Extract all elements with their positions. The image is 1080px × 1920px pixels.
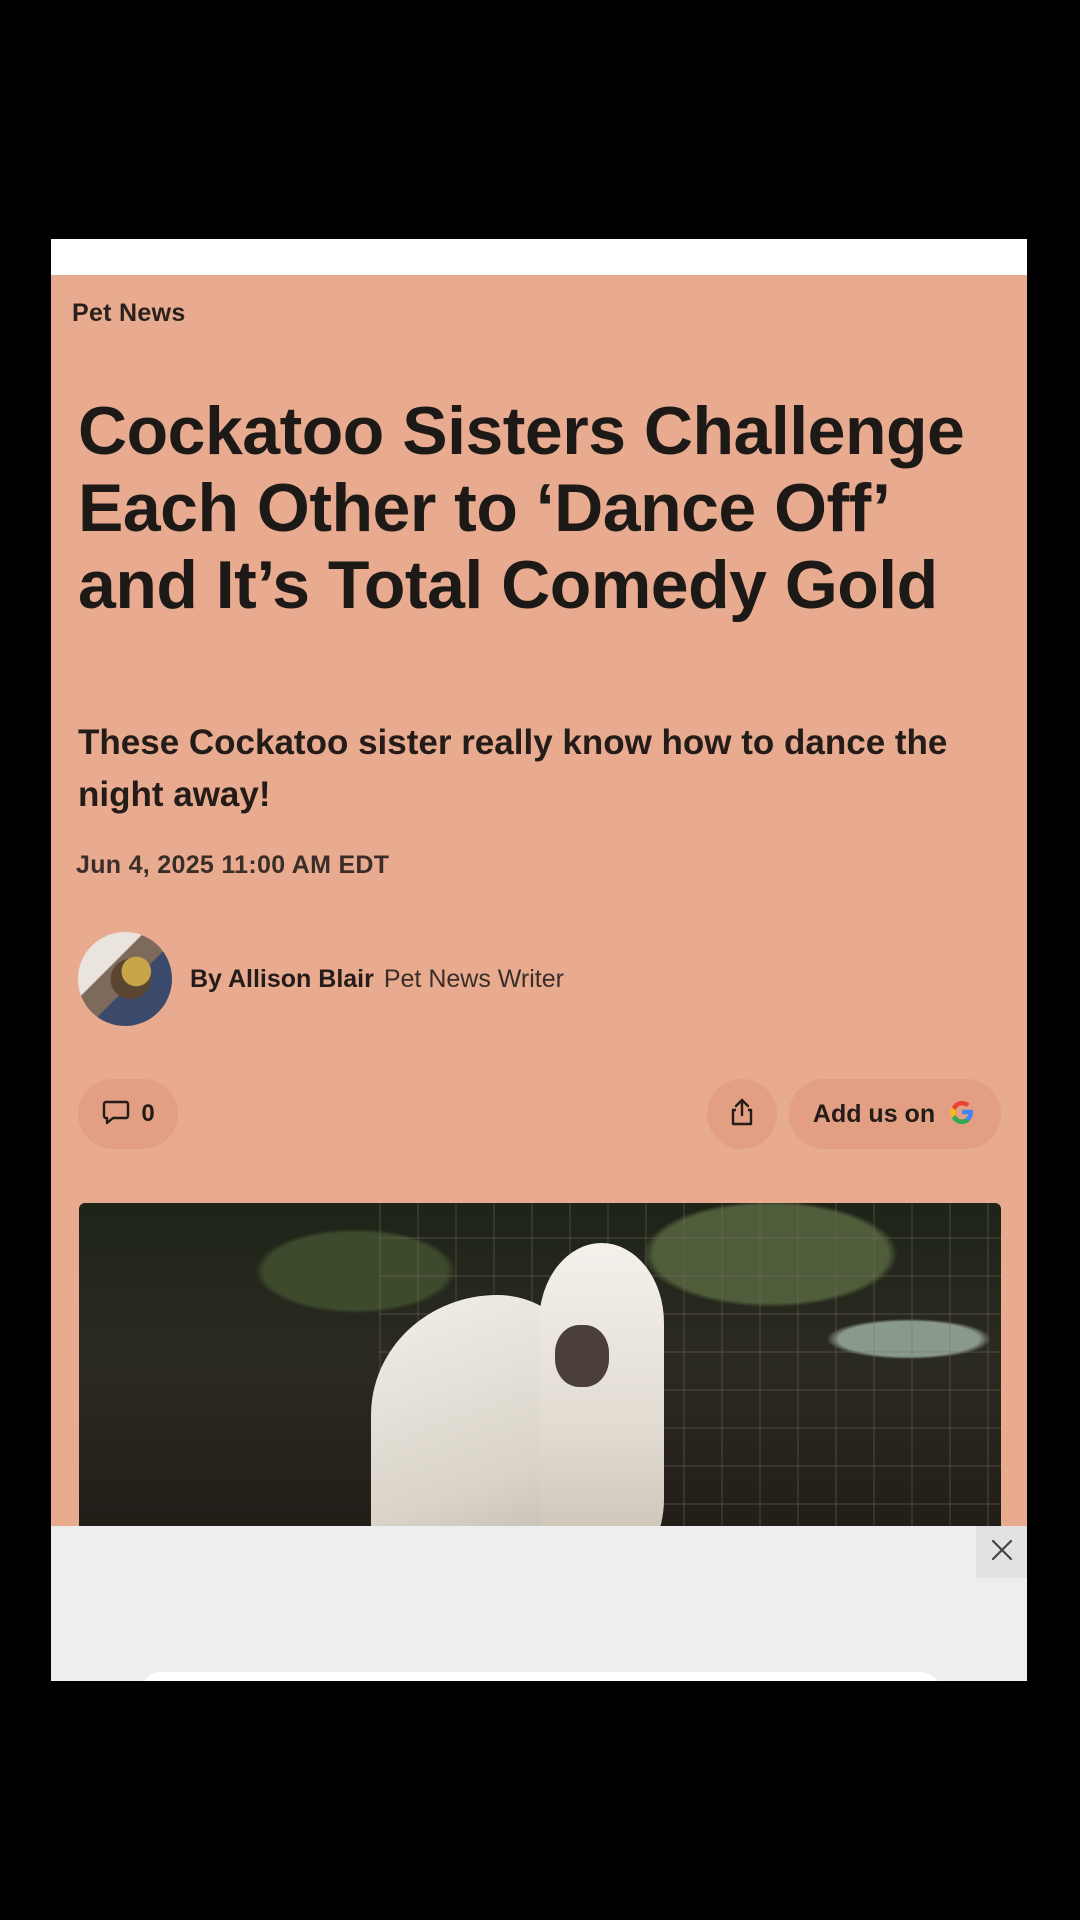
share-button[interactable] <box>707 1079 777 1149</box>
google-icon <box>947 1097 977 1132</box>
author-name[interactable]: By Allison Blair <box>190 965 374 994</box>
author-byline[interactable]: By Allison Blair Pet News Writer <box>78 931 564 1027</box>
author-avatar[interactable] <box>78 932 172 1026</box>
ad-bottom-sheet <box>51 1526 1027 1681</box>
google-button-label: Add us on <box>812 1099 936 1128</box>
cockatoo-beak <box>555 1325 609 1387</box>
comment-count: 0 <box>141 1100 155 1127</box>
article-header: Pet News Cockatoo Sisters Challenge Each… <box>51 275 1027 1681</box>
category-label[interactable]: Pet News <box>72 299 186 328</box>
comments-button[interactable]: 0 <box>78 1079 178 1149</box>
publish-timestamp: Jun 4, 2025 11:00 AM EDT <box>76 851 390 879</box>
article-subtitle: These Cockatoo sister really know how to… <box>78 723 948 814</box>
author-role: Pet News Writer <box>383 964 564 993</box>
hero-image[interactable] <box>79 1203 1001 1543</box>
share-icon <box>728 1097 756 1132</box>
article-headline: Cockatoo Sisters Challenge Each Other to… <box>78 393 965 623</box>
close-icon <box>990 1538 1014 1567</box>
cockatoo-right <box>539 1243 664 1543</box>
sheet-handle <box>141 1672 941 1681</box>
add-us-on-google-button[interactable]: Add us on <box>789 1079 1001 1149</box>
close-ad-button[interactable] <box>976 1526 1027 1578</box>
phone-screen: Pet News Cockatoo Sisters Challenge Each… <box>51 239 1027 1681</box>
comment-icon <box>101 1097 131 1132</box>
